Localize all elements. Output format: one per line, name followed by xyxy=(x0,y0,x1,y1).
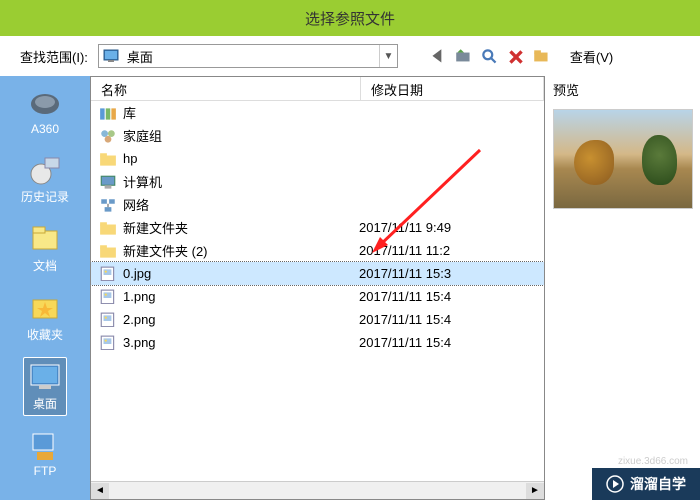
file-name: 网络 xyxy=(123,195,359,214)
file-date: 2017/11/11 11:2 xyxy=(359,243,544,258)
sidebar-item-ftp[interactable]: FTP xyxy=(23,426,67,482)
up-folder-icon[interactable] xyxy=(454,47,474,65)
file-row[interactable]: 3.png2017/11/11 15:4 xyxy=(91,331,544,354)
scroll-right-icon[interactable]: ► xyxy=(526,483,544,499)
library-icon xyxy=(99,105,117,121)
sidebar-label: 收藏夹 xyxy=(27,326,63,343)
file-row[interactable]: 0.jpg2017/11/11 15:3 xyxy=(91,262,544,285)
file-row[interactable]: 计算机 xyxy=(91,170,544,193)
preview-label: 预览 xyxy=(553,80,700,99)
image-icon xyxy=(99,266,117,282)
file-name: 1.png xyxy=(123,289,359,304)
sidebar-item-desktop[interactable]: 桌面 xyxy=(23,357,67,416)
file-date: 2017/11/11 15:3 xyxy=(359,266,544,281)
sidebar-label: 历史记录 xyxy=(21,188,69,205)
delete-icon[interactable] xyxy=(506,47,526,65)
file-name: 新建文件夹 (2) xyxy=(123,241,359,260)
file-name: 2.png xyxy=(123,312,359,327)
preview-image xyxy=(553,109,693,209)
places-sidebar: A360 历史记录 文档 收藏夹 桌面 FTP xyxy=(0,76,90,500)
computer-icon xyxy=(99,174,117,190)
network-icon xyxy=(99,197,117,213)
sidebar-item-favorites[interactable]: 收藏夹 xyxy=(23,288,67,347)
history-icon xyxy=(27,154,63,186)
documents-icon xyxy=(27,223,63,255)
file-row[interactable]: 家庭组 xyxy=(91,124,544,147)
file-row[interactable]: 新建文件夹 (2)2017/11/11 11:2 xyxy=(91,239,544,262)
back-icon[interactable] xyxy=(428,47,448,65)
file-name: 3.png xyxy=(123,335,359,350)
window-title: 选择参照文件 xyxy=(305,8,395,29)
image-icon xyxy=(99,289,117,305)
desktop-icon xyxy=(103,48,121,64)
watermark-url: zixue.3d66.com xyxy=(614,455,692,468)
favorites-icon xyxy=(27,292,63,324)
view-button[interactable]: 查看(V) xyxy=(570,47,613,66)
preview-pane: 预览 xyxy=(545,76,700,500)
sidebar-label: A360 xyxy=(31,122,59,136)
file-date: 2017/11/11 15:4 xyxy=(359,312,544,327)
image-icon xyxy=(99,312,117,328)
toolbar: 查找范围(I): 桌面 ▼ 查看(V) xyxy=(0,36,700,76)
file-date: 2017/11/11 15:4 xyxy=(359,289,544,304)
sidebar-label: FTP xyxy=(34,464,57,478)
location-dropdown[interactable]: 桌面 ▼ xyxy=(98,44,398,68)
toolbar-icons xyxy=(428,47,552,65)
column-headers: 名称 修改日期 xyxy=(91,77,544,101)
file-name: 库 xyxy=(123,103,359,122)
folder-icon xyxy=(99,243,117,259)
new-folder-icon[interactable] xyxy=(532,47,552,65)
horizontal-scrollbar[interactable]: ◄ ► xyxy=(91,481,544,499)
file-row[interactable]: 新建文件夹2017/11/11 9:49 xyxy=(91,216,544,239)
sidebar-item-history[interactable]: 历史记录 xyxy=(17,150,73,209)
file-name: hp xyxy=(123,151,359,166)
file-name: 计算机 xyxy=(123,172,359,191)
sidebar-item-documents[interactable]: 文档 xyxy=(23,219,67,278)
folder-icon xyxy=(99,220,117,236)
file-row[interactable]: 库 xyxy=(91,101,544,124)
sidebar-item-a360[interactable]: A360 xyxy=(23,84,67,140)
file-list-panel: 名称 修改日期 库家庭组hp计算机网络新建文件夹2017/11/11 9:49新… xyxy=(90,76,545,500)
header-date[interactable]: 修改日期 xyxy=(361,77,544,100)
homegroup-icon xyxy=(99,128,117,144)
file-date: 2017/11/11 9:49 xyxy=(359,220,544,235)
location-text: 桌面 xyxy=(125,47,379,66)
desktop-sidebar-icon xyxy=(27,361,63,393)
image-icon xyxy=(99,335,117,351)
watermark-text: 溜溜自学 xyxy=(630,474,686,494)
sidebar-label: 桌面 xyxy=(33,395,57,412)
chevron-down-icon: ▼ xyxy=(379,45,397,67)
ftp-icon xyxy=(27,430,63,462)
file-row[interactable]: 2.png2017/11/11 15:4 xyxy=(91,308,544,331)
scroll-left-icon[interactable]: ◄ xyxy=(91,483,109,499)
sidebar-label: 文档 xyxy=(33,257,57,274)
file-name: 新建文件夹 xyxy=(123,218,359,237)
folder-icon xyxy=(99,151,117,167)
search-icon[interactable] xyxy=(480,47,500,65)
file-row[interactable]: 网络 xyxy=(91,193,544,216)
file-row[interactable]: 1.png2017/11/11 15:4 xyxy=(91,285,544,308)
file-list[interactable]: 库家庭组hp计算机网络新建文件夹2017/11/11 9:49新建文件夹 (2)… xyxy=(91,101,544,481)
main-area: A360 历史记录 文档 收藏夹 桌面 FTP 名称 修改日期 库家庭组 hp 计算… xyxy=(0,76,700,500)
file-name: 家庭组 xyxy=(123,126,359,145)
a360-icon xyxy=(27,88,63,120)
file-row[interactable]: hp xyxy=(91,147,544,170)
header-name[interactable]: 名称 xyxy=(91,77,361,100)
title-bar: 选择参照文件 xyxy=(0,0,700,36)
file-name: 0.jpg xyxy=(123,266,359,281)
watermark: 溜溜自学 xyxy=(592,468,700,500)
scope-label: 查找范围(I): xyxy=(20,47,88,66)
file-date: 2017/11/11 15:4 xyxy=(359,335,544,350)
